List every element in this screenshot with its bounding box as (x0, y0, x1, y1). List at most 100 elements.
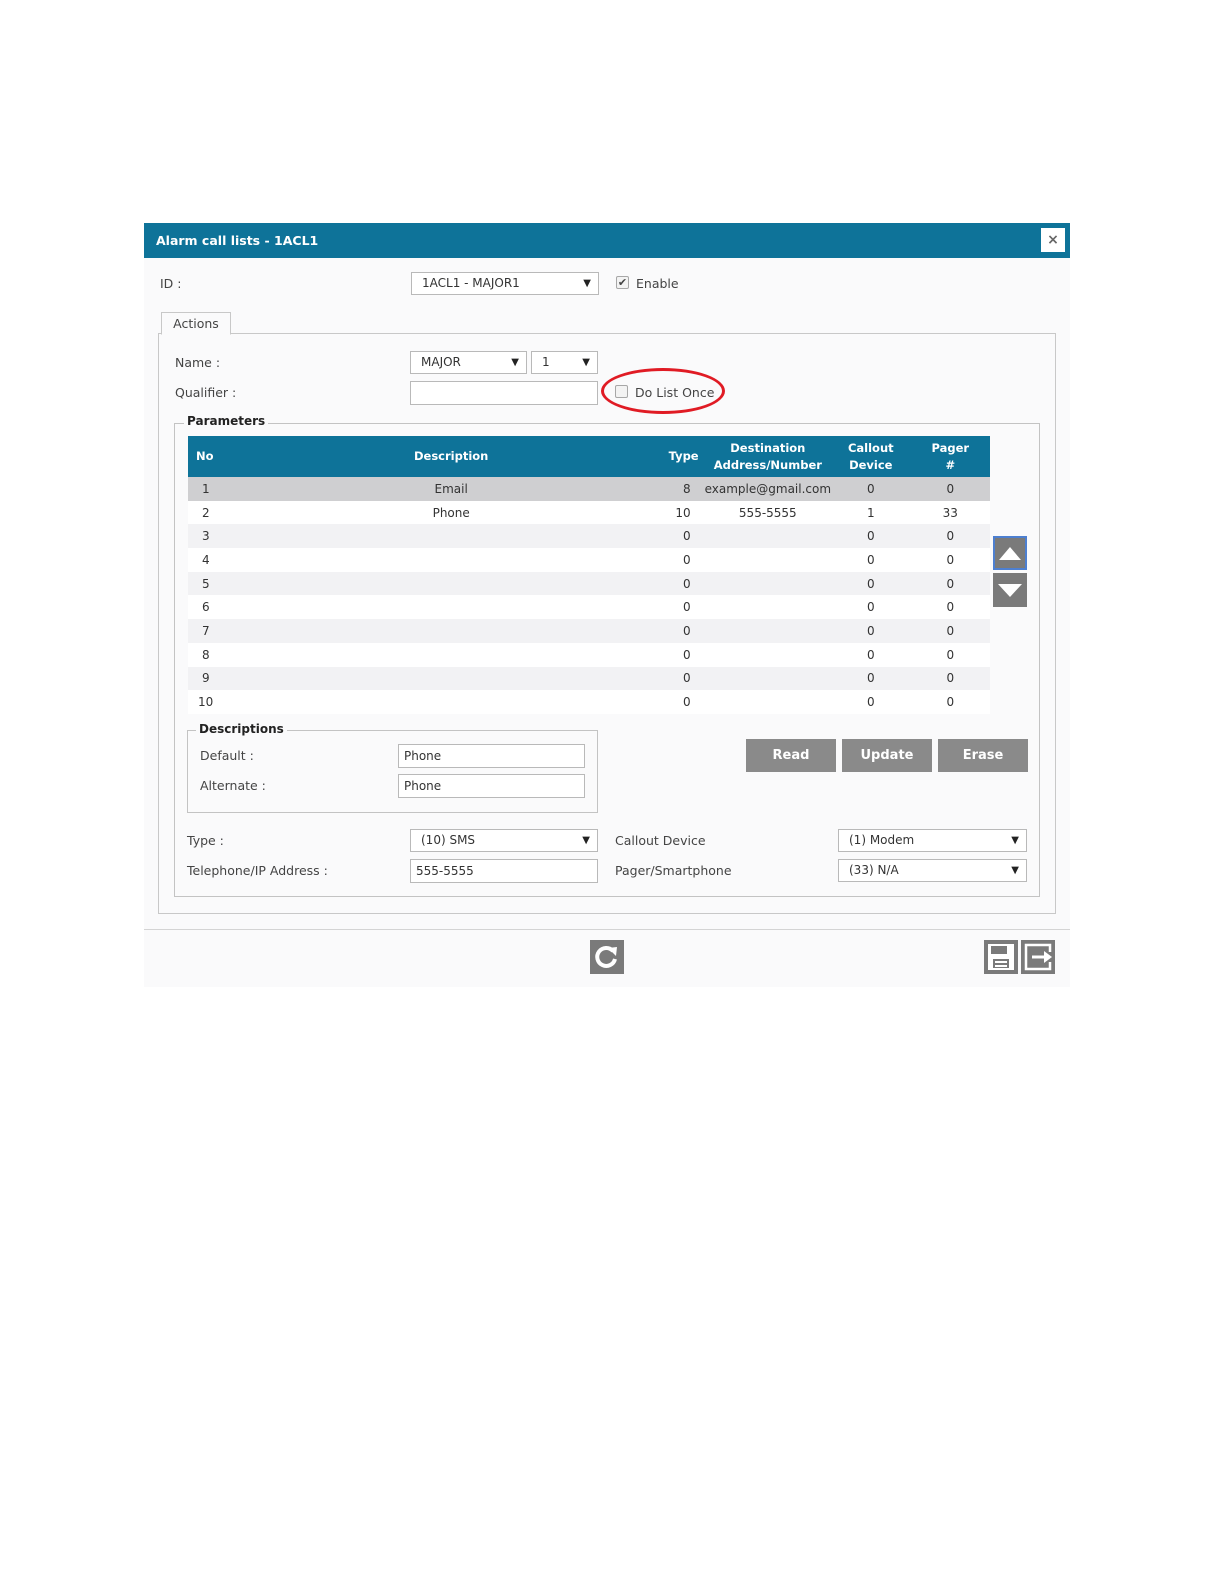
refresh-button[interactable] (590, 940, 624, 974)
name-label: Name : (175, 355, 221, 370)
cell-type: 0 (644, 619, 705, 643)
telephone-label: Telephone/IP Address : (187, 863, 328, 878)
telephone-input[interactable]: 555-5555 (410, 859, 598, 883)
cell-no: 3 (188, 524, 258, 549)
cell-no: 10 (188, 690, 258, 714)
table-row[interactable]: 6 0 0 0 (188, 595, 990, 620)
table-header-row: No Description Type Destination Address/… (188, 436, 990, 477)
column-header-no[interactable]: No (188, 436, 258, 477)
cell-description (257, 619, 645, 643)
cell-pager: 0 (910, 595, 990, 620)
cell-pager: 0 (910, 524, 990, 549)
cell-no: 1 (188, 477, 258, 501)
table-row[interactable]: 8 0 0 0 (188, 642, 990, 667)
highlight-annotation (601, 368, 725, 414)
cell-description (257, 595, 645, 620)
table-row[interactable]: 9 0 0 0 (188, 666, 990, 691)
column-header-destination[interactable]: Destination Address/Number (704, 436, 832, 477)
descriptions-legend: Descriptions (196, 722, 287, 736)
cell-description (257, 571, 645, 596)
dialog-title: Alarm call lists - 1ACL1 (156, 233, 319, 248)
cell-description: Phone (257, 500, 645, 525)
default-label: Default : (200, 748, 254, 763)
cell-destination: example@gmail.com (704, 477, 832, 501)
cell-pager: 0 (910, 642, 990, 667)
save-icon (988, 944, 1014, 970)
cell-destination: 555-5555 (704, 500, 832, 525)
cell-pager: 0 (910, 690, 990, 714)
cell-type: 0 (644, 548, 705, 572)
parameters-table: No Description Type Destination Address/… (188, 436, 990, 714)
default-description-input[interactable]: Phone (398, 744, 585, 768)
cell-destination (704, 690, 832, 714)
cell-pager: 0 (910, 571, 990, 596)
update-button[interactable]: Update (842, 739, 932, 772)
cell-callout: 0 (831, 477, 911, 501)
column-header-description[interactable]: Description (257, 436, 645, 477)
cell-callout: 0 (831, 642, 911, 667)
tab-actions[interactable]: Actions (161, 312, 231, 335)
cell-type: 8 (644, 477, 705, 501)
chevron-down-icon: ▼ (582, 835, 590, 846)
pager-header-line1: Pager (931, 440, 970, 455)
save-button[interactable] (984, 940, 1018, 974)
alternate-description-input[interactable]: Phone (398, 774, 585, 798)
read-button[interactable]: Read (746, 739, 836, 772)
move-up-button[interactable] (993, 536, 1027, 570)
cell-no: 4 (188, 548, 258, 572)
cell-callout: 0 (831, 666, 911, 691)
cell-callout: 0 (831, 571, 911, 596)
pager-smartphone-select[interactable]: (33) N/A ▼ (838, 859, 1027, 882)
chevron-down-icon: ▼ (583, 278, 591, 289)
callout-device-select[interactable]: (1) Modem ▼ (838, 829, 1027, 852)
pager-smartphone-value: (33) N/A (849, 863, 899, 877)
cell-destination (704, 666, 832, 691)
id-select[interactable]: 1ACL1 - MAJOR1 ▼ (411, 272, 599, 295)
cell-type: 0 (644, 642, 705, 667)
qualifier-input[interactable] (410, 381, 598, 405)
table-row[interactable]: 5 0 0 0 (188, 571, 990, 596)
type-select-value: (10) SMS (421, 833, 476, 847)
alternate-label: Alternate : (200, 778, 266, 793)
enable-label: Enable (636, 276, 679, 291)
move-down-button[interactable] (993, 573, 1027, 607)
cell-type: 0 (644, 666, 705, 691)
cell-pager: 0 (910, 548, 990, 572)
cell-pager: 33 (910, 500, 990, 525)
id-label: ID : (160, 276, 182, 291)
name-select[interactable]: MAJOR ▼ (410, 351, 527, 374)
cell-description (257, 524, 645, 549)
type-select[interactable]: (10) SMS ▼ (410, 829, 598, 852)
cell-no: 6 (188, 595, 258, 620)
callout-header-line1: Callout (847, 440, 894, 455)
column-header-pager[interactable]: Pager # (910, 436, 990, 477)
footer-divider (144, 929, 1070, 930)
title-bar: Alarm call lists - 1ACL1 × (144, 223, 1070, 258)
column-header-callout[interactable]: Callout Device (831, 436, 911, 477)
cell-destination (704, 571, 832, 596)
table-row[interactable]: 4 0 0 0 (188, 548, 990, 572)
cell-description (257, 642, 645, 667)
name-index-value: 1 (542, 355, 550, 369)
erase-button[interactable]: Erase (938, 739, 1028, 772)
chevron-down-icon: ▼ (1011, 835, 1019, 846)
name-index-select[interactable]: 1 ▼ (531, 351, 598, 374)
column-header-type[interactable]: Type (644, 436, 705, 477)
cell-type: 0 (644, 524, 705, 549)
callout-header-line2: Device (849, 457, 893, 472)
qualifier-label: Qualifier : (175, 385, 237, 400)
table-row[interactable]: 1 Email 8 example@gmail.com 0 0 (188, 477, 990, 501)
cell-type: 0 (644, 571, 705, 596)
enable-checkbox[interactable]: ✔ (616, 276, 629, 289)
cell-description (257, 690, 645, 714)
exit-button[interactable] (1021, 940, 1055, 974)
cell-callout: 0 (831, 619, 911, 643)
close-button[interactable]: × (1041, 228, 1065, 252)
table-row[interactable]: 10 0 0 0 (188, 690, 990, 714)
table-row[interactable]: 7 0 0 0 (188, 619, 990, 643)
cell-callout: 0 (831, 548, 911, 572)
table-row[interactable]: 2 Phone 10 555-5555 1 33 (188, 500, 990, 525)
exit-icon (1024, 943, 1052, 971)
cell-destination (704, 642, 832, 667)
table-row[interactable]: 3 0 0 0 (188, 524, 990, 549)
